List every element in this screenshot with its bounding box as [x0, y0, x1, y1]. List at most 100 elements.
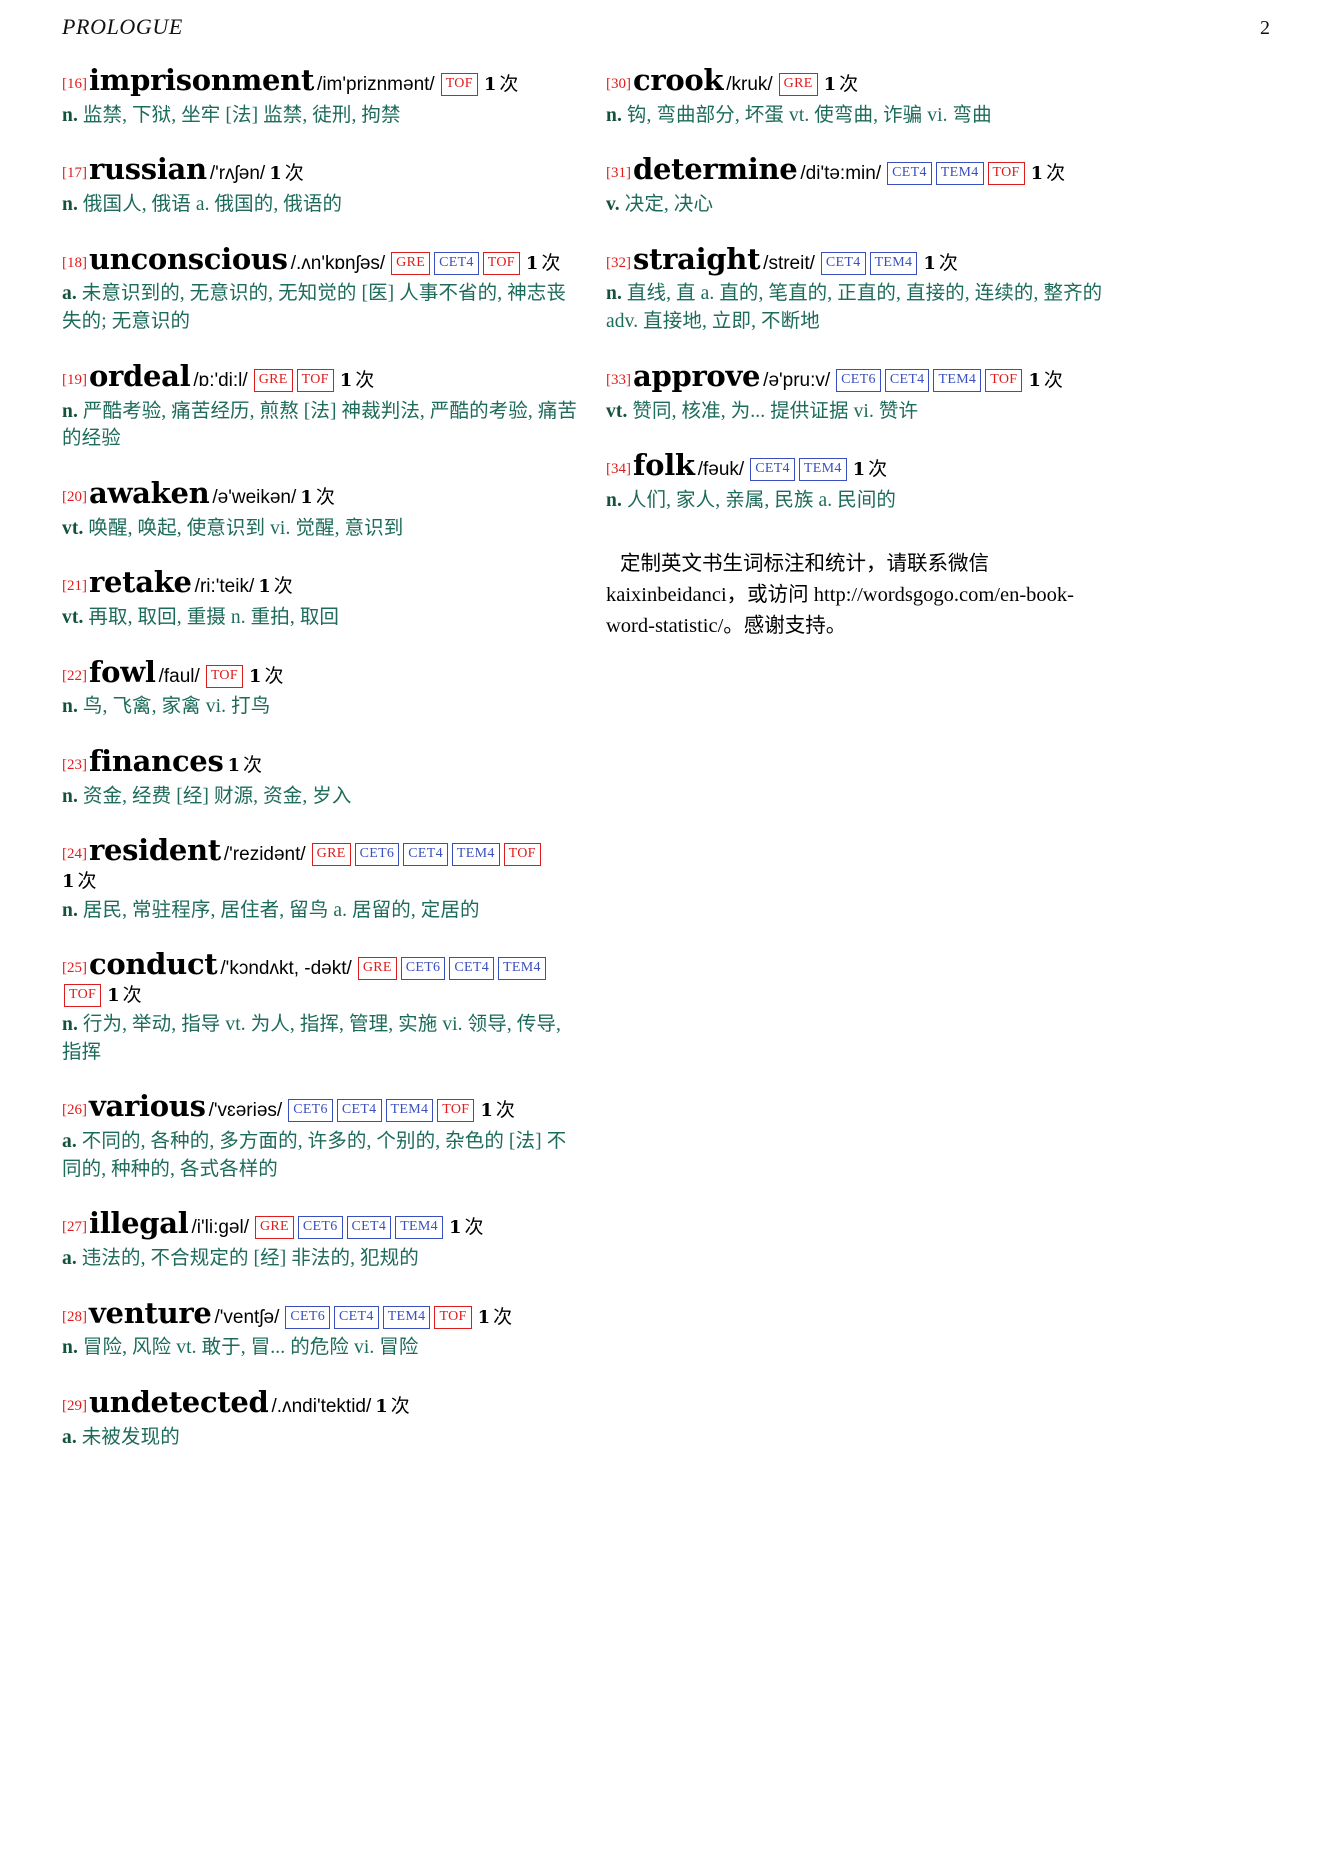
word-entry: [31]determine/di'tə:min/ CET4 TEM4 TOF 1次 v… [606, 151, 1122, 218]
headword: approve [633, 358, 761, 393]
entry-headline: [30]crook/kruk/ GRE 1次 [606, 62, 1122, 100]
occurrence-count: 1次 [480, 1100, 515, 1122]
word-entry: [24]resident/'rezidənt/ GRE CET6 CET4 TEM4 T… [62, 832, 578, 924]
exam-tag-tof: TOF [440, 73, 478, 96]
phonetic-transcription: /.ʌn'kɒnʃəs/ [290, 252, 386, 274]
promo-note: 定制英文书生词标注和统计，请联系微信 kaixinbeidanci，或访问 ht… [606, 552, 1075, 637]
occurrence-count: 1次 [525, 252, 561, 274]
phonetic-transcription: /'ventʃə/ [214, 1306, 280, 1328]
entry-index: [21] [62, 578, 87, 595]
headword: imprisonment [89, 63, 315, 97]
phonetic-transcription: /kruk/ [726, 74, 773, 95]
entry-index: [20] [62, 488, 87, 505]
part-of-speech: v. [606, 194, 620, 216]
definition-text: n. 监禁, 下狱, 坐牢 [法] 监禁, 徒刑, 拘禁 [62, 104, 401, 126]
headword: retake [89, 565, 192, 600]
entry-headline: [21]retake/ri:'teik/ 1次 [62, 564, 578, 602]
phonetic-transcription: /'kɔndʌkt, -dəkt/ [220, 958, 352, 980]
exam-tag-cet6: CET6 [354, 843, 400, 867]
word-entry: [16]imprisonment/im'priznmənt/ TOF 1 次 n. … [62, 62, 578, 129]
phonetic-transcription: /'rezidənt/ [223, 844, 306, 866]
word-entry: [20]awaken/ə'weikən/ 1 次 vt. 唤醒, 唤起, 使意识到 … [62, 475, 578, 542]
definition-text: vt. 赞同, 核准, 为... 提供证据 vi. 赞许 [606, 400, 919, 422]
word-entry: [17]russian/'rʌʃən/ 1 次 n. 俄国人, 俄语 a. 俄国的,… [62, 151, 578, 218]
phonetic-transcription: /im'priznmənt/ [317, 74, 435, 95]
part-of-speech: n. [62, 194, 78, 216]
part-of-speech: n. [62, 785, 78, 807]
occurrence-count: 1次 [248, 665, 284, 687]
definition-text: n. 严酷考验, 痛苦经历, 煎熬 [法] 神裁判法, 严酷的考验, 痛苦的经验 [62, 400, 578, 450]
exam-tag-tof: TOF [482, 251, 520, 275]
headword: determine [633, 152, 798, 187]
phonetic-transcription: /'rʌʃən/ [209, 163, 266, 185]
exam-tag-cet4: CET4 [750, 458, 795, 482]
occurrence-count: 1次 [1030, 163, 1066, 185]
definition-text: vt. 唤醒, 唤起, 使意识到 vi. 觉醒, 意识到 [62, 517, 404, 539]
phonetic-transcription: /ɒ:'di:l/ [193, 369, 248, 391]
occurrence-count: 1次 [227, 755, 263, 776]
headword: russian [89, 152, 207, 187]
phonetic-transcription: /faul/ [158, 665, 200, 687]
exam-tag-cet6: CET6 [285, 1305, 331, 1329]
entry-headline: [20]awaken/ə'weikən/ 1次 [62, 475, 578, 513]
entry-index: [34] [606, 461, 631, 478]
entry-headline: [25]conduct/'kɔndʌkt, -dəkt/ GRE CET6 CET4… [62, 946, 578, 1008]
exam-tag-cet6: CET6 [297, 1216, 343, 1240]
occurrence-count: 1次 [107, 985, 142, 1007]
entry-headline: [34]folk/fəuk/ CET4 TEM4 1次 [606, 447, 1122, 485]
phonetic-transcription: /fəuk/ [697, 459, 745, 481]
occurrence-count: 1次 [375, 1396, 410, 1417]
occurrence-count: 1次 [448, 1217, 484, 1239]
entry-headline: [32]straight/streit/ CET4 TEM4 1次 [606, 241, 1122, 279]
entry-index: [16] [62, 76, 87, 92]
entry-index: [29] [62, 1398, 87, 1414]
entry-headline: [26]various/'vɛəriəs/ CET6 CET4 TEM4 TOF 1次 [62, 1088, 578, 1126]
exam-tag-tem4: TEM4 [395, 1216, 443, 1240]
entry-headline: [28]venture/'ventʃə/ CET6 CET4 TEM4 TOF 1次 [62, 1295, 578, 1333]
entry-headline: [16]imprisonment/im'priznmənt/ TOF 1次 [62, 62, 578, 100]
exam-tag-cet4: CET4 [820, 251, 866, 275]
two-column-body: [16]imprisonment/im'priznmənt/ TOF 1 次 n. … [62, 62, 1270, 1473]
part-of-speech: vt. [606, 400, 628, 422]
entry-index: [28] [62, 1308, 87, 1325]
definition-text: n. 行为, 举动, 指导 vt. 为人, 指挥, 管理, 实施 vi. 领导,… [62, 1013, 561, 1063]
word-entry: [34]folk/fəuk/ CET4 TEM4 1 次 n. 人们, 家人, 亲属,… [606, 447, 1122, 514]
occurrence-count: 1次 [300, 486, 335, 508]
word-entry: [27]illegal/i'li:gəl/ GRE CET6 CET4 TEM4 1次… [62, 1205, 578, 1272]
occurrence-count: 1次 [269, 163, 304, 185]
exam-tag-tem4: TEM4 [933, 368, 982, 392]
exam-tag-cet6: CET6 [400, 957, 446, 981]
exam-tag-tem4: TEM4 [498, 957, 546, 981]
headword: crook [633, 63, 724, 97]
part-of-speech: n. [606, 104, 622, 126]
word-entry: [28]venture/'ventʃə/ CET6 CET4 TEM4 TOF 1次 n… [62, 1295, 578, 1362]
definition-text: a. 未被发现的 [62, 1426, 180, 1448]
part-of-speech: n. [62, 1013, 78, 1035]
definition-text: n. 俄国人, 俄语 a. 俄国的, 俄语的 [62, 194, 343, 216]
definition-text: vt. 再取, 取回, 重摄 n. 重拍, 取回 [62, 606, 340, 628]
exam-tag-cet4: CET4 [334, 1305, 379, 1329]
exam-tag-cet4: CET4 [434, 251, 479, 275]
exam-tag-gre: GRE [778, 73, 818, 96]
word-entry: [21]retake/ri:'teik/ 1 次 vt. 再取, 取回, 重摄 n.… [62, 564, 578, 631]
occurrence-count: 1次 [339, 369, 375, 391]
occurrence-count: 1次 [923, 252, 958, 274]
exam-tag-tof: TOF [985, 368, 1023, 392]
entry-headline: [18]unconscious/.ʌn'kɒnʃəs/ GRE CET4 TOF 1… [62, 241, 578, 279]
headword: ordeal [89, 358, 191, 393]
entry-index: [30] [606, 76, 631, 92]
phonetic-transcription: /ə'weikən/ [212, 486, 297, 508]
exam-tag-tof: TOF [987, 162, 1025, 186]
entry-headline: [19]ordeal/ɒ:'di:l/ GRE TOF 1次 [62, 358, 578, 396]
exam-tag-tem4: TEM4 [385, 1099, 434, 1123]
entry-index: [22] [62, 667, 87, 684]
occurrence-count: 1次 [62, 871, 97, 893]
word-entry: [22]fowl/faul/ TOF 1 次 n. 鸟, 飞禽, 家禽 vi. 打鸟 [62, 654, 578, 721]
exam-tag-tof: TOF [296, 368, 334, 392]
phonetic-transcription: /streit/ [763, 252, 815, 274]
exam-tag-tem4: TEM4 [869, 251, 918, 275]
entry-index: [31] [606, 165, 631, 182]
word-entry: [25]conduct/'kɔndʌkt, -dəkt/ GRE CET6 CET4… [62, 946, 578, 1066]
occurrence-count: 1次 [477, 1306, 513, 1328]
exam-tag-gre: GRE [254, 1216, 294, 1240]
